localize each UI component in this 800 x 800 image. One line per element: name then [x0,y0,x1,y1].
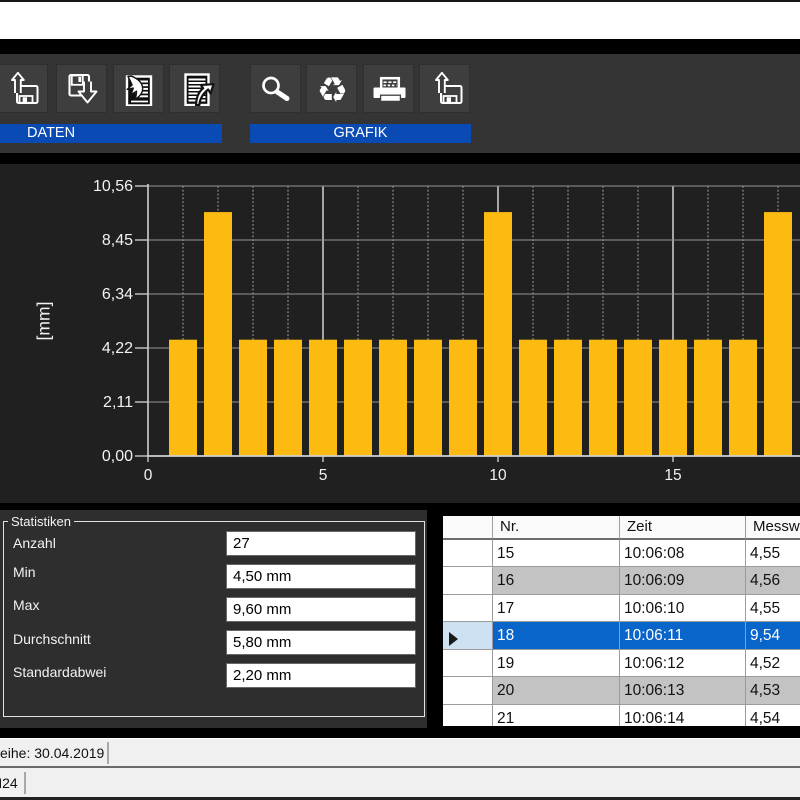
svg-text:0: 0 [144,467,153,484]
svg-text:5: 5 [319,467,328,484]
svg-text:4,22: 4,22 [102,340,133,357]
svg-text:10,56: 10,56 [93,178,133,195]
svg-text:♻: ♻ [317,72,348,106]
svg-text:8,45: 8,45 [102,232,133,249]
svg-text:10: 10 [489,467,507,484]
svg-text:2,11: 2,11 [103,394,133,411]
svg-text:6,34: 6,34 [102,286,133,303]
svg-text:[mm]: [mm] [34,302,54,341]
svg-text:15: 15 [664,467,681,484]
svg-text:0,00: 0,00 [102,448,133,465]
